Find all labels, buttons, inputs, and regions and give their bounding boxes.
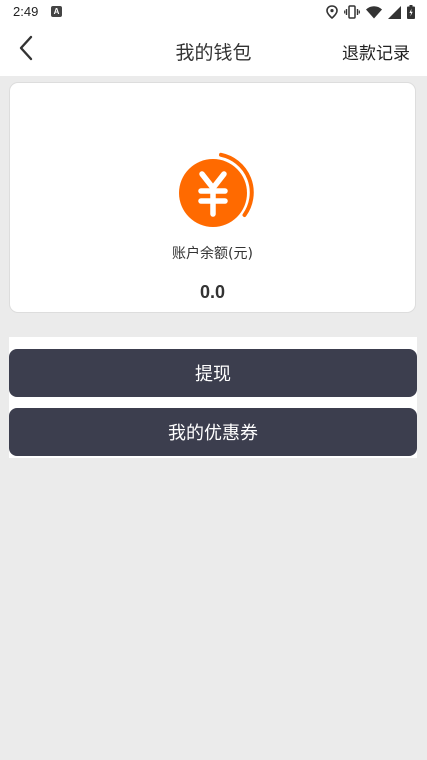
battery-icon (407, 5, 415, 19)
refund-records-link[interactable]: 退款记录 (342, 39, 410, 64)
vibrate-icon (344, 5, 360, 19)
status-icons (326, 4, 415, 20)
location-icon (326, 5, 338, 19)
signal-icon (388, 5, 401, 19)
app-header: 我的钱包 退款记录 (0, 24, 427, 76)
withdraw-button[interactable]: 提现 (9, 349, 417, 397)
balance-card: 账户余额(元) 0.0 (9, 82, 416, 313)
balance-label: 账户余额(元) (172, 246, 253, 262)
my-coupons-button[interactable]: 我的优惠券 (9, 408, 417, 456)
wifi-icon (366, 5, 382, 19)
a-notification-icon: A (51, 6, 62, 17)
status-bar: 2:49 A (0, 0, 427, 24)
balance-value: 0.0 (199, 282, 226, 302)
yen-icon (172, 152, 254, 234)
actions-panel: 提现 我的优惠券 (9, 337, 417, 458)
status-time: 2:49 (13, 4, 39, 19)
